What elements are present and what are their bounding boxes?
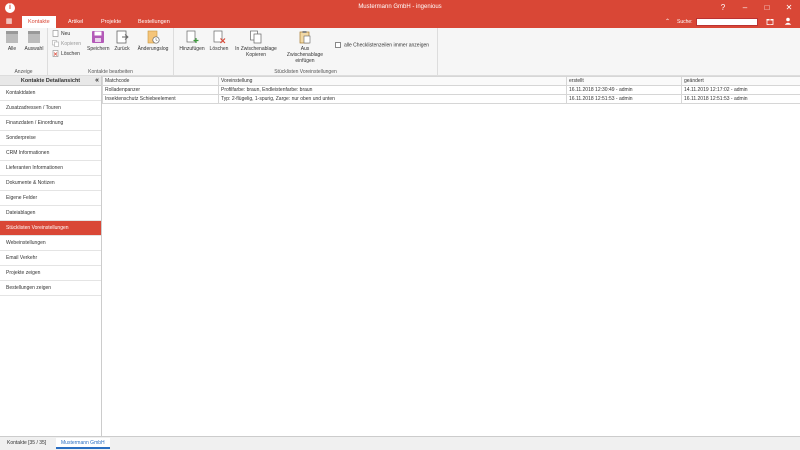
save-button[interactable]: Speichern (87, 30, 110, 52)
sidebar-header: Kontakte Detailansicht « (0, 76, 101, 86)
tab-artikel[interactable]: Artikel (62, 16, 89, 28)
column-header-matchcode[interactable]: Matchcode (102, 76, 219, 86)
search-input[interactable] (696, 18, 758, 26)
sidebar-item-kontaktdaten[interactable]: Kontaktdaten (0, 86, 101, 101)
user-icon[interactable] (784, 17, 792, 27)
collapse-sidebar-icon[interactable]: « (95, 76, 99, 86)
paste-from-clipboard-button[interactable]: Aus Zwischenablage einfügen (282, 30, 328, 64)
table-cell[interactable]: 16.11.2018 12:51:53 - admin (681, 94, 800, 104)
minimize-button[interactable]: – (734, 1, 756, 15)
add-button[interactable]: Hinzufügen (177, 30, 207, 52)
maximize-button[interactable]: □ (756, 1, 778, 15)
presets-table: Matchcode Voreinstellung erstellt geände… (102, 76, 800, 104)
table-cell[interactable]: 14.11.2019 12:17:02 - admin (681, 85, 800, 95)
table-row[interactable]: Insektenschutz Schiebeelement Typ: 2-flü… (102, 94, 800, 104)
delete-document-icon (213, 30, 226, 44)
main-content: Matchcode Voreinstellung erstellt geände… (102, 76, 800, 436)
grid-view-icon (6, 31, 18, 43)
help-button[interactable]: ? (712, 1, 734, 15)
clipboard-paste-icon (299, 31, 311, 44)
chevron-up-icon[interactable]: ⌃ (665, 18, 670, 25)
sidebar-item-stuecklisten[interactable]: Stücklisten Voreinstellungen (0, 221, 101, 236)
table-cell[interactable]: 16.11.2018 12:51:53 - admin (566, 94, 682, 104)
checkbox-box[interactable] (335, 42, 341, 48)
new-button[interactable]: Neu (52, 30, 70, 39)
table-cell[interactable]: Profilfarbe: braun, Endleistenfarbe: bra… (218, 85, 567, 95)
sidebar-item-email[interactable]: Email Verkehr (0, 251, 101, 266)
new-document-icon (52, 30, 59, 37)
add-document-icon (186, 30, 199, 43)
search-label: Suche: (677, 19, 693, 25)
sidebar-item-bestellungen[interactable]: Bestellungen zeigen (0, 281, 101, 296)
change-log-button[interactable]: Änderungslog (135, 30, 171, 52)
sidebar-title: Kontakte Detailansicht (20, 78, 81, 84)
show-all-checklist-lines-checkbox[interactable]: alle Checklistenzeilen immer anzeigen (335, 42, 429, 48)
status-tab-kontakte[interactable]: Kontakte [35 / 35] (2, 438, 51, 449)
ribbon-group-label: Kontakte bearbeiten (88, 69, 133, 75)
show-selection-button[interactable]: Auswahl (23, 30, 45, 52)
title-bar: i Mustermann GmbH - ingenious ? – □ ✕ (0, 0, 800, 16)
table-cell[interactable]: Typ: 2-flügelig, 1-spurig, Zarge: nur ob… (218, 94, 567, 104)
sidebar-item-projekte[interactable]: Projekte zeigen (0, 266, 101, 281)
sidebar-item-eigene-felder[interactable]: Eigene Felder (0, 191, 101, 206)
selection-view-icon (28, 31, 40, 43)
tab-projekte[interactable]: Projekte (95, 16, 127, 28)
table-cell[interactable]: Rolladenpanzer (102, 85, 219, 95)
floppy-disk-icon (92, 31, 104, 43)
ribbon-group-kontakte-bearbeiten: Neu Kopieren Löschen Speichern Zurück Än… (48, 28, 174, 76)
delete-contact-button[interactable]: Löschen (52, 50, 80, 59)
detail-sidebar: Kontakte Detailansicht « Kontaktdaten Zu… (0, 76, 102, 436)
sidebar-item-dokumente[interactable]: Dokumente & Notizen (0, 176, 101, 191)
ribbon-group-anzeige: Alle Auswahl Anzeige (0, 28, 48, 76)
ribbon: Alle Auswahl Anzeige Neu Kopieren Lösche… (0, 28, 800, 76)
clipboard-copy-icon (250, 30, 262, 44)
table-row[interactable]: Rolladenpanzer Profilfarbe: braun, Endle… (102, 85, 800, 95)
show-all-button[interactable]: Alle (3, 30, 21, 52)
table-cell[interactable]: Insektenschutz Schiebeelement (102, 94, 219, 104)
sidebar-item-crm[interactable]: CRM Informationen (0, 146, 101, 161)
status-tab-mustermann[interactable]: Mustermann GmbH (56, 438, 110, 449)
status-bar: Kontakte [35 / 35] Mustermann GmbH (0, 436, 800, 450)
copy-icon (52, 40, 59, 47)
change-log-icon (147, 30, 160, 44)
window-title: Mustermann GmbH - ingenious (358, 4, 442, 10)
sidebar-item-sonderpreise[interactable]: Sonderpreise (0, 131, 101, 146)
copy-button[interactable]: Kopieren (52, 40, 81, 49)
tab-bestellungen[interactable]: Bestellungen (132, 16, 176, 28)
undo-icon (116, 30, 129, 44)
ribbon-group-label: Stücklisten Voreinstellungen (274, 69, 337, 75)
grid-icon[interactable]: ▦ (0, 16, 18, 28)
column-header-voreinstellung[interactable]: Voreinstellung (218, 76, 567, 86)
sidebar-item-lieferanten[interactable]: Lieferanten Informationen (0, 161, 101, 176)
sidebar-item-webeinstellungen[interactable]: Webeinstellungen (0, 236, 101, 251)
ribbon-group-label: Anzeige (14, 69, 33, 75)
column-header-geaendert[interactable]: geändert (681, 76, 800, 86)
sidebar-item-zusatzadressen[interactable]: Zusatzadressen / Touren (0, 101, 101, 116)
delete-icon (52, 50, 59, 57)
ribbon-group-stuecklisten-voreinstellungen: Hinzufügen Löschen In Zwischenablage Kop… (174, 28, 438, 76)
ribbon-tab-bar: ▦ Kontakte Artikel Projekte Bestellungen… (0, 16, 800, 28)
delete-button[interactable]: Löschen (208, 30, 230, 52)
sidebar-item-dateiablagen[interactable]: Dateiablagen (0, 206, 101, 221)
close-button[interactable]: ✕ (778, 1, 800, 15)
copy-to-clipboard-button[interactable]: In Zwischenablage Kopieren (232, 30, 280, 58)
table-header-row: Matchcode Voreinstellung erstellt geände… (102, 76, 800, 86)
table-cell[interactable]: 16.11.2018 12:30:49 - admin (566, 85, 682, 95)
column-header-erstellt[interactable]: erstellt (566, 76, 682, 86)
gift-icon[interactable] (766, 17, 774, 27)
back-button[interactable]: Zurück (111, 30, 133, 52)
tab-kontakte[interactable]: Kontakte (22, 16, 56, 28)
sidebar-item-finanzdaten[interactable]: Finanzdaten / Einordnung (0, 116, 101, 131)
